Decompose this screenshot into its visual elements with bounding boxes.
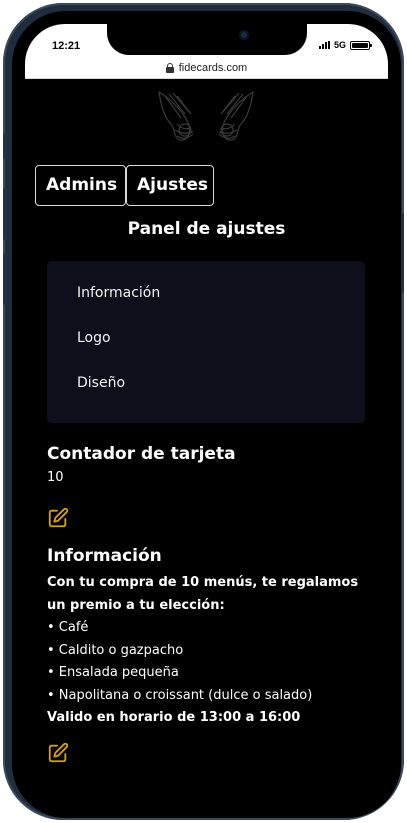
tab-admins[interactable]: Admins [35, 165, 126, 206]
tab-bar: Admins Ajustes [35, 165, 214, 206]
edit-info-icon[interactable] [47, 742, 69, 764]
counter-heading: Contador de tarjeta [47, 444, 236, 464]
lock-icon [165, 62, 174, 73]
battery-icon [350, 40, 372, 50]
phone-screen: 12:21 5G fidecards.com Admins Ajustes Pa… [25, 24, 388, 805]
counter-value: 10 [47, 470, 64, 485]
info-footer: Valido en horario de 13:00 a 16:00 [47, 710, 301, 725]
menu-item-diseno[interactable]: Diseño [77, 375, 125, 391]
url-text: fidecards.com [178, 61, 248, 74]
info-heading: Información [47, 546, 162, 566]
url-bar[interactable]: fidecards.com [25, 57, 388, 79]
mute-switch [3, 133, 7, 159]
settings-menu: Información Logo Diseño [47, 261, 365, 423]
signal-icon [318, 41, 330, 49]
page-content: Admins Ajustes Panel de ajustes Informac… [25, 79, 388, 805]
status-time: 12:21 [52, 40, 81, 52]
info-item: • Ensalada pequeña [47, 665, 179, 680]
edit-counter-icon[interactable] [47, 507, 69, 529]
volume-up-button [3, 188, 7, 240]
info-item: • Napolitana o croissant (dulce o salado… [47, 687, 313, 703]
info-item: • Café [47, 620, 89, 635]
menu-item-logo[interactable]: Logo [77, 330, 111, 346]
tab-ajustes[interactable]: Ajustes [126, 165, 214, 206]
menu-item-informacion[interactable]: Información [77, 285, 160, 301]
notch [107, 24, 307, 55]
info-intro: Con tu compra de 10 menús, te regalamos … [47, 575, 359, 613]
status-indicators: 5G [318, 40, 372, 50]
hands-logo-icon [158, 90, 254, 141]
page-title: Panel de ajustes [127, 219, 286, 239]
info-item: • Caldito o gazpacho [47, 642, 184, 658]
volume-down-button [3, 253, 7, 305]
network-type: 5G [333, 40, 346, 50]
info-body: Con tu compra de 10 menús, te regalamos … [47, 572, 377, 730]
camera-icon [239, 30, 249, 40]
